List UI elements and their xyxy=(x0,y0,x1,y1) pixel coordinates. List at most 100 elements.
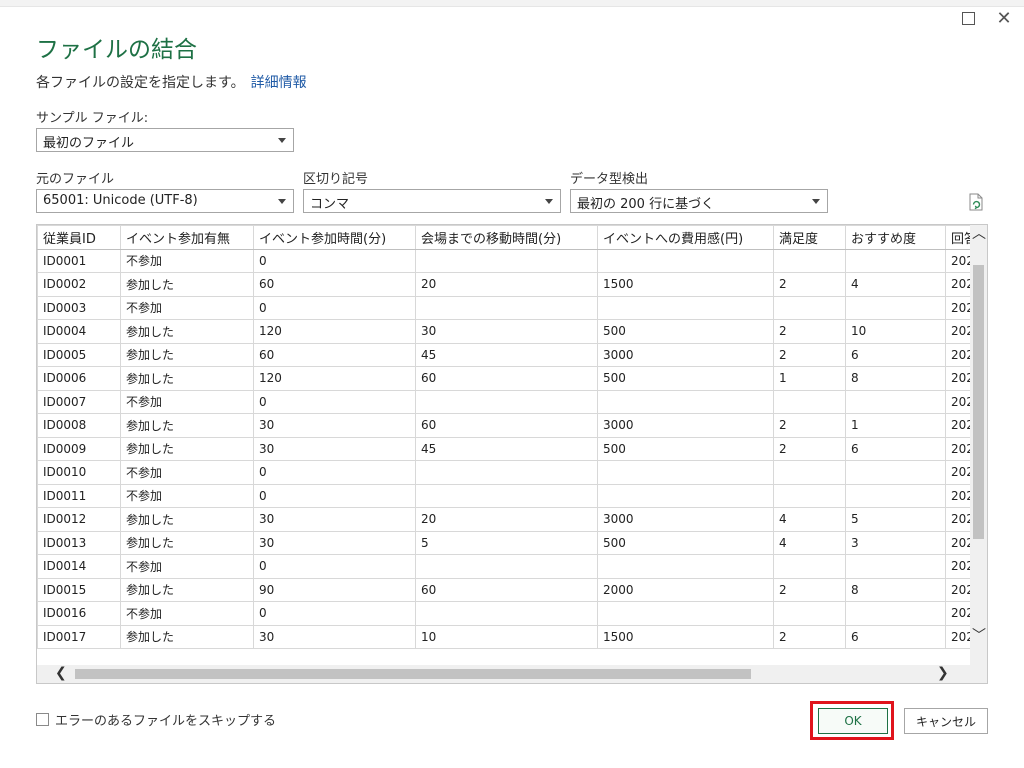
vertical-scrollbar[interactable]: ︿ ﹀ xyxy=(970,225,987,665)
table-cell: 6 xyxy=(845,342,946,367)
horizontal-scroll-thumb[interactable] xyxy=(75,669,751,679)
table-cell: 20 xyxy=(415,272,598,297)
table-cell xyxy=(597,295,774,320)
vertical-scroll-thumb[interactable] xyxy=(973,265,984,539)
table-cell: 2 xyxy=(773,342,846,367)
origin-file-select[interactable]: 65001: Unicode (UTF-8) xyxy=(36,189,294,213)
table-cell: 30 xyxy=(253,507,416,532)
cancel-button[interactable]: キャンセル xyxy=(904,708,988,734)
table-cell xyxy=(845,601,946,626)
table-cell: 不参加 xyxy=(120,483,254,508)
table-cell: 45 xyxy=(415,342,598,367)
table-cell xyxy=(773,295,846,320)
subtitle-text: 各ファイルの設定を指定します。 xyxy=(36,75,245,91)
table-cell: ID0005 xyxy=(37,342,121,367)
table-cell: 参加した xyxy=(120,272,254,297)
origin-file-value: 65001: Unicode (UTF-8) xyxy=(43,193,198,208)
skip-errors-option[interactable]: エラーのあるファイルをスキップする xyxy=(36,710,276,729)
table-cell xyxy=(773,554,846,579)
table-row: ID0007 不参加 0 202 xyxy=(37,389,986,414)
table-cell: 不参加 xyxy=(120,601,254,626)
table-cell: 4 xyxy=(845,272,946,297)
table-cell xyxy=(597,460,774,485)
table-cell: 1 xyxy=(773,366,846,391)
table-cell: 45 xyxy=(415,436,598,461)
skip-errors-checkbox[interactable] xyxy=(36,713,49,726)
table-cell: 60 xyxy=(415,366,598,391)
table-cell: 2 xyxy=(773,436,846,461)
sample-file-label: サンプル ファイル: xyxy=(36,111,149,126)
dialog-subtitle: 各ファイルの設定を指定します。 詳細情報 xyxy=(36,72,307,92)
table-cell xyxy=(415,483,598,508)
delimiter-select[interactable]: コンマ xyxy=(303,189,561,213)
table-row: ID0016 不参加 0 202 xyxy=(37,601,986,626)
table-cell: 参加した xyxy=(120,319,254,344)
table-cell: 不参加 xyxy=(120,554,254,579)
refresh-icon[interactable] xyxy=(966,192,986,212)
column-header[interactable]: 従業員ID xyxy=(37,225,121,250)
maximize-button[interactable] xyxy=(954,6,982,30)
table-cell: 不参加 xyxy=(120,389,254,414)
chevron-up-icon[interactable]: ︿ xyxy=(972,227,986,241)
table-row: ID0008 参加した 30 60 3000 2 1 202 xyxy=(37,413,986,438)
column-header[interactable]: イベントへの費用感(円) xyxy=(597,225,774,250)
table-cell: 30 xyxy=(253,530,416,555)
table-cell: 2 xyxy=(773,577,846,602)
table-cell xyxy=(415,554,598,579)
table-cell: ID0015 xyxy=(37,577,121,602)
table-row: ID0014 不参加 0 202 xyxy=(37,554,986,579)
chevron-down-icon[interactable]: ﹀ xyxy=(972,629,986,643)
table-cell: 30 xyxy=(253,436,416,461)
column-header[interactable]: 会場までの移動時間(分) xyxy=(415,225,598,250)
table-cell: 0 xyxy=(253,554,416,579)
table-cell: ID0012 xyxy=(37,507,121,532)
column-header[interactable]: イベント参加有無 xyxy=(120,225,254,250)
column-header[interactable]: 満足度 xyxy=(773,225,846,250)
table-cell: 500 xyxy=(597,366,774,391)
table-cell: 120 xyxy=(253,366,416,391)
delimiter-value: コンマ xyxy=(310,197,350,212)
table-cell xyxy=(845,389,946,414)
table-cell: 不参加 xyxy=(120,295,254,320)
table-cell: 0 xyxy=(253,460,416,485)
table-cell: 500 xyxy=(597,530,774,555)
table-cell: ID0004 xyxy=(37,319,121,344)
table-cell: 0 xyxy=(253,601,416,626)
table-cell: 5 xyxy=(415,530,598,555)
chevron-right-icon[interactable]: ❯ xyxy=(937,666,949,680)
table-cell xyxy=(415,460,598,485)
learn-more-link[interactable]: 詳細情報 xyxy=(251,75,307,91)
table-cell: 3000 xyxy=(597,413,774,438)
table-cell: 30 xyxy=(415,319,598,344)
table-cell xyxy=(597,389,774,414)
table-row: ID0004 参加した 120 30 500 2 10 202 xyxy=(37,319,986,344)
preview-table: 従業員ID イベント参加有無 イベント参加時間(分) 会場までの移動時間(分) イベント… xyxy=(37,225,986,649)
table-row: ID0010 不参加 0 202 xyxy=(37,460,986,485)
table-cell: 6 xyxy=(845,436,946,461)
table-cell: 参加した xyxy=(120,624,254,649)
table-cell: 2000 xyxy=(597,577,774,602)
table-row: ID0017 参加した 30 10 1500 2 6 202 xyxy=(37,624,986,649)
type-detection-select[interactable]: 最初の 200 行に基づく xyxy=(570,189,828,213)
table-cell: 4 xyxy=(773,507,846,532)
table-cell: 120 xyxy=(253,319,416,344)
table-cell: 1500 xyxy=(597,272,774,297)
table-row: ID0001 不参加 0 202 xyxy=(37,248,986,273)
close-button[interactable]: ✕ xyxy=(990,6,1018,30)
table-cell: 500 xyxy=(597,436,774,461)
chevron-left-icon[interactable]: ❮ xyxy=(55,666,67,680)
horizontal-scrollbar[interactable]: ❮ ❯ xyxy=(37,665,987,683)
sample-file-select[interactable]: 最初のファイル xyxy=(36,128,294,152)
table-cell xyxy=(597,483,774,508)
table-cell: 参加した xyxy=(120,507,254,532)
column-header[interactable]: イベント参加時間(分) xyxy=(253,225,416,250)
table-cell: 8 xyxy=(845,577,946,602)
table-row: ID0009 参加した 30 45 500 2 6 202 xyxy=(37,436,986,461)
ok-button[interactable]: OK xyxy=(818,708,888,734)
chevron-down-icon xyxy=(812,199,820,204)
chevron-down-icon xyxy=(278,138,286,143)
table-cell: ID0014 xyxy=(37,554,121,579)
column-header[interactable]: おすすめ度 xyxy=(845,225,946,250)
table-row: ID0005 参加した 60 45 3000 2 6 202 xyxy=(37,342,986,367)
table-cell: 2 xyxy=(773,272,846,297)
